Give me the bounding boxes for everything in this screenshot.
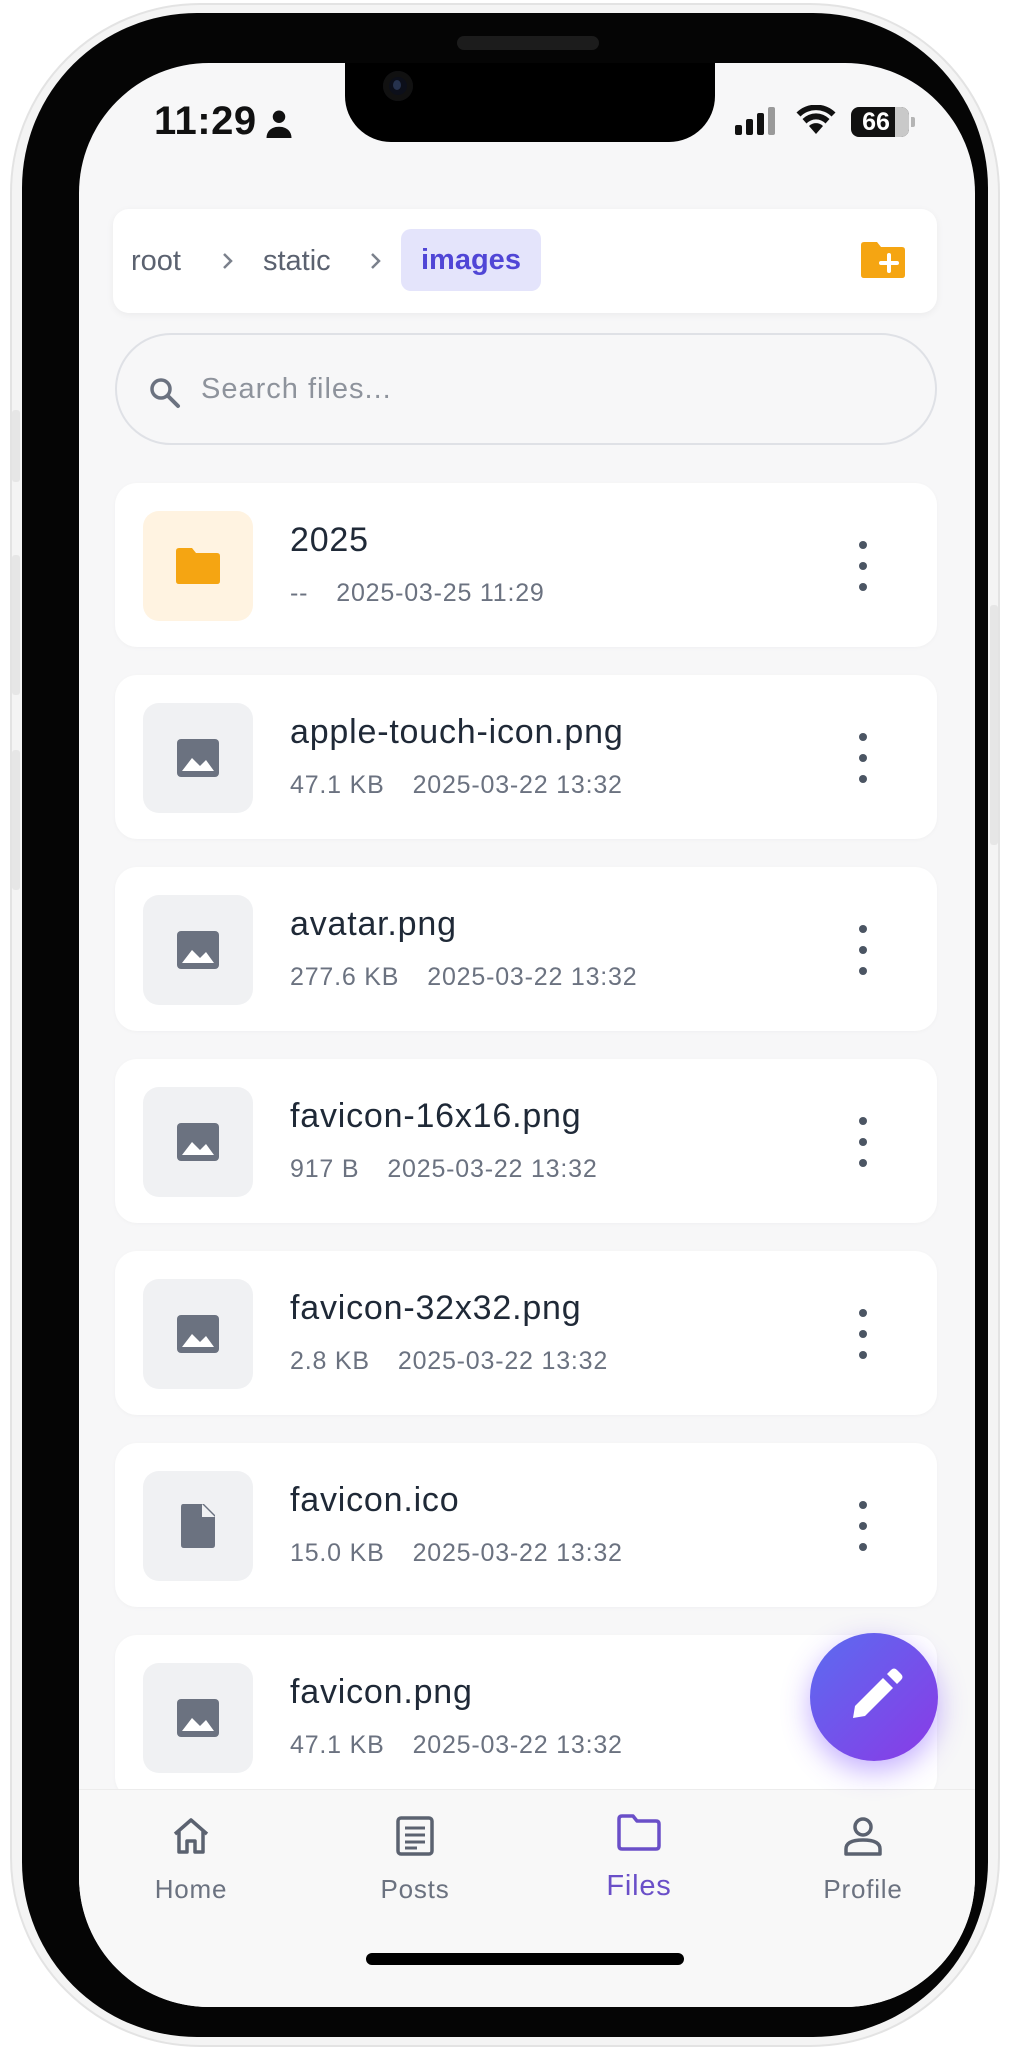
dynamic-island [345, 63, 715, 142]
more-options-icon[interactable] [855, 1309, 871, 1359]
file-size: 917 B [290, 1155, 360, 1183]
file-meta: 2.8 KB 2025-03-22 13:32 [290, 1347, 608, 1376]
file-meta: 47.1 KB 2025-03-22 13:32 [290, 771, 623, 800]
breadcrumb-item-images[interactable]: images [401, 229, 541, 291]
file-modified: 2025-03-22 13:32 [412, 1539, 623, 1567]
file-name: favicon-16x16.png [290, 1097, 582, 1135]
nav-label: Profile [823, 1874, 903, 1904]
file-size: -- [290, 579, 309, 607]
chevron-right-icon [371, 253, 381, 269]
nav-item-profile[interactable]: Profile [751, 1790, 975, 1930]
status-time: 11:29 [154, 99, 257, 143]
file-meta: 917 B 2025-03-22 13:32 [290, 1155, 598, 1184]
battery-indicator: 66 [851, 107, 915, 137]
wifi-icon [796, 105, 836, 134]
file-name: 2025 [290, 521, 369, 559]
chevron-right-icon [223, 253, 233, 269]
bottom-navigation: Home Posts Files Profile [79, 1789, 975, 2007]
file-thumbnail [143, 1471, 253, 1581]
file-modified: 2025-03-22 13:32 [397, 1347, 609, 1375]
home-icon [173, 1818, 209, 1854]
file-meta: 277.6 KB 2025-03-22 13:32 [290, 963, 637, 992]
file-row[interactable]: favicon.ico 15.0 KB 2025-03-22 13:32 [115, 1443, 937, 1607]
folder-icon [617, 1814, 661, 1851]
side-button [12, 555, 20, 695]
person-icon [266, 110, 292, 138]
file-thumbnail [143, 1087, 253, 1197]
file-name: favicon.ico [290, 1481, 460, 1519]
side-button [12, 410, 20, 482]
file-icon [181, 1504, 215, 1548]
screen: 11:29 66 root static images Search files… [79, 63, 975, 2007]
search-input[interactable] [201, 359, 901, 419]
image-icon [177, 931, 219, 969]
pencil-icon [853, 1668, 903, 1718]
battery-level: 66 [862, 107, 890, 136]
edit-fab-button[interactable] [810, 1633, 938, 1761]
search-bar [115, 333, 937, 445]
file-thumbnail [143, 511, 253, 621]
file-size: 15.0 KB [290, 1539, 385, 1567]
image-icon [177, 739, 219, 777]
file-size: 277.6 KB [290, 963, 400, 991]
file-thumbnail [143, 703, 253, 813]
file-modified: 2025-03-22 13:32 [427, 963, 638, 991]
camera [383, 71, 413, 101]
breadcrumb: root static images [113, 209, 937, 313]
new-folder-icon[interactable] [859, 239, 907, 281]
file-row[interactable]: avatar.png 277.6 KB 2025-03-22 13:32 [115, 867, 937, 1031]
file-size: 2.8 KB [290, 1347, 370, 1375]
file-modified: 2025-03-22 13:32 [412, 771, 623, 799]
home-indicator[interactable] [366, 1953, 684, 1965]
phone-bezel: 11:29 66 root static images Search files… [22, 13, 988, 2037]
file-name: favicon.png [290, 1673, 473, 1711]
breadcrumb-item-root[interactable]: root [131, 209, 181, 313]
breadcrumb-item-static[interactable]: static [263, 209, 331, 313]
image-icon [177, 1315, 219, 1353]
file-name: apple-touch-icon.png [290, 713, 624, 751]
nav-label: Posts [380, 1874, 450, 1904]
file-row[interactable]: favicon-32x32.png 2.8 KB 2025-03-22 13:32 [115, 1251, 937, 1415]
posts-icon [396, 1816, 434, 1856]
folder-icon [176, 548, 220, 584]
side-button [990, 605, 998, 845]
file-meta: 47.1 KB 2025-03-22 13:32 [290, 1731, 623, 1760]
search-icon [150, 378, 180, 408]
file-modified: 2025-03-22 13:32 [387, 1155, 598, 1183]
cellular-signal-icon [735, 107, 775, 135]
more-options-icon[interactable] [855, 925, 871, 975]
file-modified: 2025-03-25 11:29 [336, 579, 545, 607]
speaker [457, 36, 599, 50]
more-options-icon[interactable] [855, 1117, 871, 1167]
file-thumbnail [143, 1663, 253, 1773]
file-meta: 15.0 KB 2025-03-22 13:32 [290, 1539, 623, 1568]
file-thumbnail [143, 895, 253, 1005]
nav-item-posts[interactable]: Posts [303, 1790, 527, 1930]
file-meta: -- 2025-03-25 11:29 [290, 579, 545, 608]
file-size: 47.1 KB [290, 1731, 385, 1759]
image-icon [177, 1123, 219, 1161]
file-name: avatar.png [290, 905, 457, 943]
more-options-icon[interactable] [855, 733, 871, 783]
more-options-icon[interactable] [855, 541, 871, 591]
nav-label: Files [606, 1870, 672, 1902]
more-options-icon[interactable] [855, 1501, 871, 1551]
file-modified: 2025-03-22 13:32 [412, 1731, 623, 1759]
file-row[interactable]: favicon-16x16.png 917 B 2025-03-22 13:32 [115, 1059, 937, 1223]
file-row[interactable]: 2025 -- 2025-03-25 11:29 [115, 483, 937, 647]
nav-item-files[interactable]: Files [527, 1790, 751, 1930]
nav-label: Home [154, 1874, 228, 1904]
nav-item-home[interactable]: Home [79, 1790, 303, 1930]
file-row[interactable]: apple-touch-icon.png 47.1 KB 2025-03-22 1… [115, 675, 937, 839]
side-button [12, 750, 20, 890]
profile-icon [844, 1817, 882, 1856]
file-size: 47.1 KB [290, 771, 385, 799]
file-thumbnail [143, 1279, 253, 1389]
file-name: favicon-32x32.png [290, 1289, 582, 1327]
image-icon [177, 1699, 219, 1737]
